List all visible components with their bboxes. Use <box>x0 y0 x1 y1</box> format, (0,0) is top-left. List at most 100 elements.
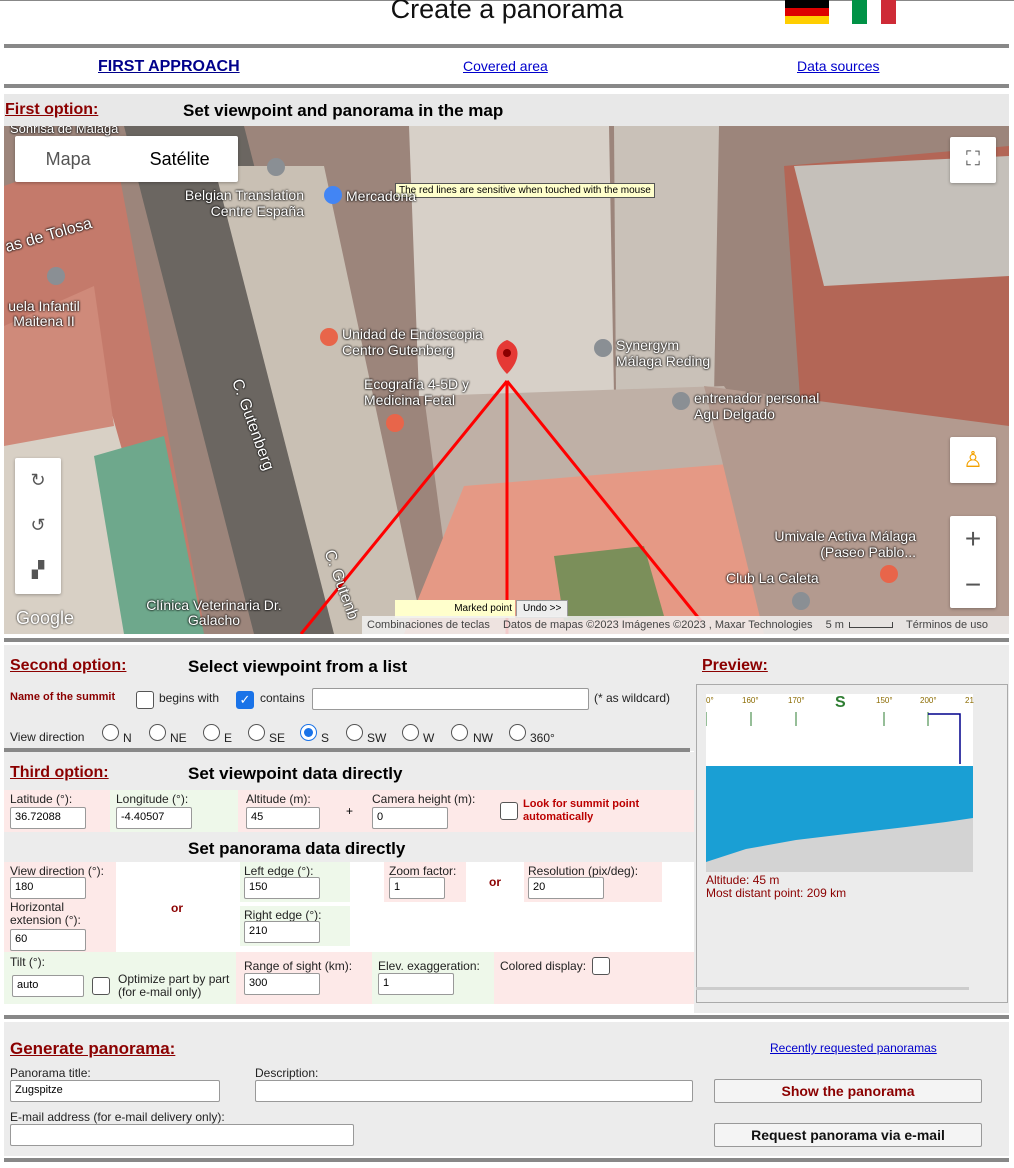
or-label: or <box>489 875 501 889</box>
map-place-label: Ecografía 4-5D y Medicina Fetal <box>364 376 470 408</box>
nav-data-sources[interactable]: Data sources <box>797 58 879 74</box>
rotate-clockwise-icon[interactable]: ↻ <box>15 458 61 503</box>
preview-graphic <box>706 712 973 872</box>
nav-covered-area[interactable]: Covered area <box>463 58 548 74</box>
first-option-label: First option: <box>5 101 99 118</box>
divider <box>4 44 1009 48</box>
begins-with-checkbox[interactable] <box>136 691 154 709</box>
latitude-input[interactable]: 36.72088 <box>10 807 86 829</box>
terms-link[interactable]: Términos de uso <box>906 619 988 631</box>
resolution-input[interactable]: 20 <box>528 877 604 899</box>
direction-label: 360° <box>530 731 555 745</box>
map-place-label: uela Infantil Maitena II <box>8 298 80 329</box>
view-direction-label: View direction <box>10 730 85 744</box>
direction-label: S <box>321 731 330 745</box>
preview-distant-point: Most distant point: 209 km <box>706 886 847 900</box>
keyboard-shortcuts-link[interactable]: Combinaciones de teclas <box>367 619 490 631</box>
rotate-counterclockwise-icon[interactable]: ↺ <box>15 503 61 548</box>
description-input[interactable] <box>255 1080 693 1102</box>
fullscreen-icon[interactable]: ⛶ <box>950 137 996 183</box>
generate-label: Generate panorama: <box>10 1039 176 1058</box>
contains-checkbox[interactable]: ✓ <box>236 691 254 709</box>
german-flag-icon[interactable] <box>785 0 829 24</box>
tilt-input[interactable]: auto <box>12 975 84 997</box>
divider <box>4 1015 1009 1019</box>
resolution-label: Resolution (pix/deg): <box>528 864 639 878</box>
zoom-in-icon[interactable]: + <box>950 516 996 562</box>
direction-label: W <box>423 731 435 745</box>
google-logo: Google <box>16 608 75 628</box>
first-option-header <box>4 94 1009 126</box>
range-input[interactable]: 300 <box>244 973 320 995</box>
direction-label: NE <box>170 731 187 745</box>
direction-radio-s[interactable] <box>300 724 317 741</box>
second-option-heading: Select viewpoint from a list <box>188 657 408 676</box>
right-edge-input[interactable]: 210 <box>244 921 320 943</box>
direction-radio-sw[interactable] <box>346 724 363 741</box>
tilt-label: Tilt (°): <box>10 955 46 969</box>
horizontal-extension-input[interactable]: 60 <box>10 929 86 951</box>
zoom-out-icon[interactable]: − <box>950 562 996 608</box>
altitude-input[interactable]: 45 <box>246 807 320 829</box>
summit-name-input[interactable] <box>312 688 589 710</box>
preview-altitude: Altitude: 45 m <box>706 873 780 887</box>
zoom-factor-label: Zoom factor: <box>389 864 457 878</box>
wildcard-hint: (* as wildcard) <box>594 691 671 705</box>
direction-label: E <box>224 731 233 745</box>
longitude-input[interactable]: -4.40507 <box>116 807 192 829</box>
map-type-satellite-button[interactable]: Satélite <box>121 136 238 182</box>
map-place-label: Mercadona <box>346 188 417 204</box>
direction-radio-360[interactable] <box>509 724 526 741</box>
begins-with-label: begins with <box>159 691 220 705</box>
summit-name-label: Name of the summit <box>10 691 116 703</box>
camera-height-input[interactable]: 0 <box>372 807 448 829</box>
tilt-map-icon[interactable]: ▞ <box>15 548 61 593</box>
map-place-label: Unidad de Endoscopia Centro Gutenberg <box>342 326 483 358</box>
recent-panoramas-link[interactable]: Recently requested panoramas <box>770 1041 937 1055</box>
map-type-map-button[interactable]: Mapa <box>15 136 121 182</box>
preview-scrollbar[interactable] <box>696 987 969 990</box>
direction-radio-e[interactable] <box>203 724 220 741</box>
plus-sign: + <box>346 804 354 818</box>
show-panorama-button[interactable]: Show the panorama <box>714 1079 982 1103</box>
view-direction-deg-label: View direction (°): <box>10 864 104 878</box>
panorama-title-input[interactable]: Zugspitze <box>10 1080 220 1102</box>
longitude-label: Longitude (°): <box>116 792 189 806</box>
direction-radio-ne[interactable] <box>149 724 166 741</box>
request-email-button[interactable]: Request panorama via e-mail <box>714 1123 982 1147</box>
colored-display-label: Colored display: <box>500 959 587 973</box>
map-footer: Combinaciones de teclas Datos de mapas ©… <box>362 616 1009 634</box>
map-type-control: Mapa Satélite <box>15 136 238 182</box>
horizontal-extension-label: Horizontal extension (°): <box>10 900 81 927</box>
preview-image: 0° 160° 170° S 150° 200° 21 <box>706 694 974 872</box>
view-direction-input[interactable]: 180 <box>10 877 86 899</box>
optimize-label: Optimize part by part (for e-mail only) <box>118 972 230 999</box>
direction-radio-se[interactable] <box>248 724 265 741</box>
direction-label: SE <box>269 731 286 745</box>
elevation-input[interactable]: 1 <box>378 973 454 995</box>
optimize-checkbox[interactable] <box>92 977 110 995</box>
pegman-icon[interactable]: ♙ <box>950 437 996 483</box>
elevation-label: Elev. exaggeration: <box>378 959 480 973</box>
map-view[interactable]: Mapa Satélite ⛶ The red lines are sensit… <box>4 126 1009 634</box>
or-label: or <box>171 901 183 915</box>
left-edge-input[interactable]: 150 <box>244 877 320 899</box>
map-place-label: Club La Caleta <box>726 570 819 586</box>
direction-radio-nw[interactable] <box>451 724 468 741</box>
direction-radio-n[interactable] <box>102 724 119 741</box>
panorama-data-heading: Set panorama data directly <box>188 839 406 858</box>
zoom-factor-input[interactable]: 1 <box>389 877 445 899</box>
map-scale[interactable]: 5 m <box>826 619 844 631</box>
direction-radio-w[interactable] <box>402 724 419 741</box>
italian-flag-icon[interactable] <box>852 0 897 24</box>
divider <box>4 84 1009 88</box>
contains-label: contains <box>260 691 305 705</box>
nav-first-approach[interactable]: FIRST APPROACH <box>98 58 240 76</box>
latitude-label: Latitude (°): <box>10 792 73 806</box>
first-option-heading: Set viewpoint and panorama in the map <box>183 101 504 120</box>
divider <box>4 638 1009 642</box>
colored-display-checkbox[interactable] <box>592 957 610 975</box>
altitude-label: Altitude (m): <box>246 792 311 806</box>
summit-auto-checkbox[interactable] <box>500 802 518 820</box>
email-input[interactable] <box>10 1124 354 1146</box>
